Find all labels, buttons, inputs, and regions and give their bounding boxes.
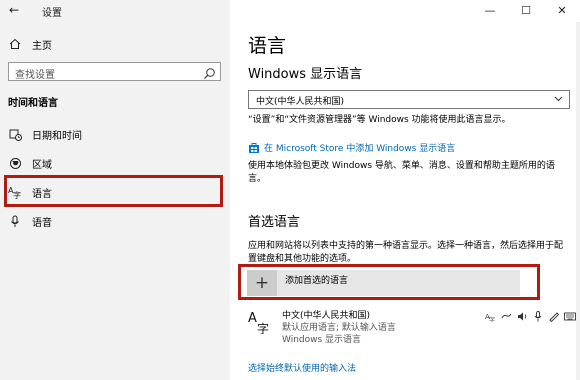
maximize-button[interactable]: ☐ — [508, 0, 544, 22]
text-to-speech-icon — [516, 310, 528, 322]
settings-search-input[interactable]: 查找设置 — [8, 62, 221, 81]
calendar-clock-icon — [8, 127, 22, 141]
main-content: — ☐ ✕ 语言 Windows 显示语言 中文(中华人民共和国) “设置”和“… — [230, 0, 580, 380]
title-bar: ← 设置 — [0, 0, 230, 22]
window-title: 设置 — [42, 8, 62, 19]
svg-text:字: 字 — [257, 321, 269, 334]
preferred-languages-heading: 首选语言 — [248, 215, 301, 230]
scrollbar[interactable] — [576, 22, 580, 380]
sidebar-item-label: 日期和时间 — [32, 130, 82, 142]
display-language-description: “设置”和“文件资源管理器”等 Windows 功能将使用此语言显示。 — [248, 115, 511, 125]
minimize-button[interactable]: — — [472, 0, 508, 22]
page-title: 语言 — [248, 35, 287, 57]
svg-text:A: A — [248, 311, 257, 326]
store-icon — [248, 142, 260, 154]
language-icon: A字 — [248, 310, 272, 336]
home-icon — [8, 37, 22, 51]
window-controls: — ☐ ✕ — [470, 0, 580, 22]
microphone-icon — [532, 310, 544, 322]
display-language-value: 中文(中华人民共和国) — [256, 97, 345, 107]
local-experience-pack-description: 使用本地体验包更改 Windows 导航、菜单、消息、设置和帮助主题所用的语言。 — [248, 161, 555, 184]
sidebar-item-region[interactable]: 区域 — [8, 155, 52, 171]
display-language-heading: Windows 显示语言 — [248, 67, 363, 82]
search-icon[interactable] — [203, 65, 216, 79]
store-link[interactable]: 在 Microsoft Store 中添加 Windows 显示语言 — [248, 141, 455, 154]
display-language-dropdown[interactable]: 中文(中华人民共和国) — [248, 90, 570, 109]
microphone-icon — [8, 214, 22, 228]
add-language-highlight-box — [238, 264, 540, 300]
chevron-down-icon — [554, 94, 563, 106]
sidebar-item-label: 区域 — [32, 159, 52, 171]
svg-text:字: 字 — [489, 316, 495, 322]
sidebar-item-home[interactable]: 主页 — [8, 37, 52, 52]
sidebar-item-speech[interactable]: 语音 — [8, 213, 52, 229]
sidebar-item-label: 语音 — [32, 217, 52, 229]
sidebar-item-date-time[interactable]: 日期和时间 — [8, 126, 82, 142]
display-language-icon: A字 — [484, 310, 496, 322]
keyboard-icon — [564, 310, 576, 322]
preferred-languages-description: 应用和网站将以列表中支持的第一种语言显示。选择一种语言，然后选择用于配置键盘和其… — [248, 241, 564, 264]
sidebar-section-title: 时间和语言 — [8, 98, 58, 109]
language-display-note: Windows 显示语言 — [282, 335, 362, 345]
speech-recognition-icon — [500, 310, 512, 322]
language-capability-icons: A字 — [484, 310, 576, 322]
language-list-item[interactable]: A字 中文(中华人民共和国) 默认应用语言; 默认输入语言 Windows 显示… — [248, 308, 578, 346]
store-link-label: 在 Microsoft Store 中添加 Windows 显示语言 — [264, 144, 456, 154]
home-label: 主页 — [32, 40, 52, 52]
language-highlight-box — [4, 175, 223, 207]
globe-region-icon — [8, 156, 22, 170]
sidebar: ← 设置 主页 查找设置 时间和语言 日期和时间 区域 A字 语言 语音 — [0, 0, 230, 380]
search-placeholder: 查找设置 — [15, 70, 55, 81]
close-button[interactable]: ✕ — [544, 0, 580, 22]
handwriting-icon — [548, 310, 560, 322]
choose-input-method-link[interactable]: 选择始终默认使用的输入法 — [248, 361, 356, 374]
back-arrow-icon[interactable]: ← — [9, 3, 19, 17]
